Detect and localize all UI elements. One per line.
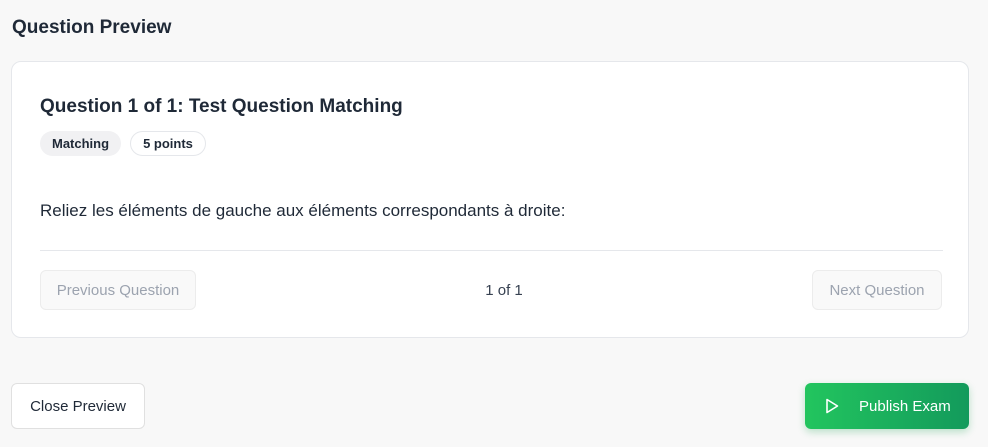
divider (40, 250, 943, 251)
question-card: Question 1 of 1: Test Question Matching … (11, 61, 969, 338)
question-title: Question 1 of 1: Test Question Matching (40, 96, 403, 117)
question-points-badge: 5 points (130, 131, 206, 156)
question-prompt: Reliez les éléments de gauche aux élémen… (40, 201, 566, 220)
page-title: Question Preview (12, 17, 172, 38)
close-preview-button[interactable]: Close Preview (11, 383, 145, 429)
play-icon (825, 398, 839, 414)
publish-exam-button[interactable]: Publish Exam (805, 383, 969, 429)
question-type-badge: Matching (40, 131, 122, 156)
question-badges: Matching 5 points (40, 131, 206, 156)
question-preview-page: Question Preview Question 1 of 1: Test Q… (0, 0, 988, 447)
next-question-button[interactable]: Next Question (812, 270, 942, 310)
publish-exam-label: Publish Exam (859, 397, 951, 415)
